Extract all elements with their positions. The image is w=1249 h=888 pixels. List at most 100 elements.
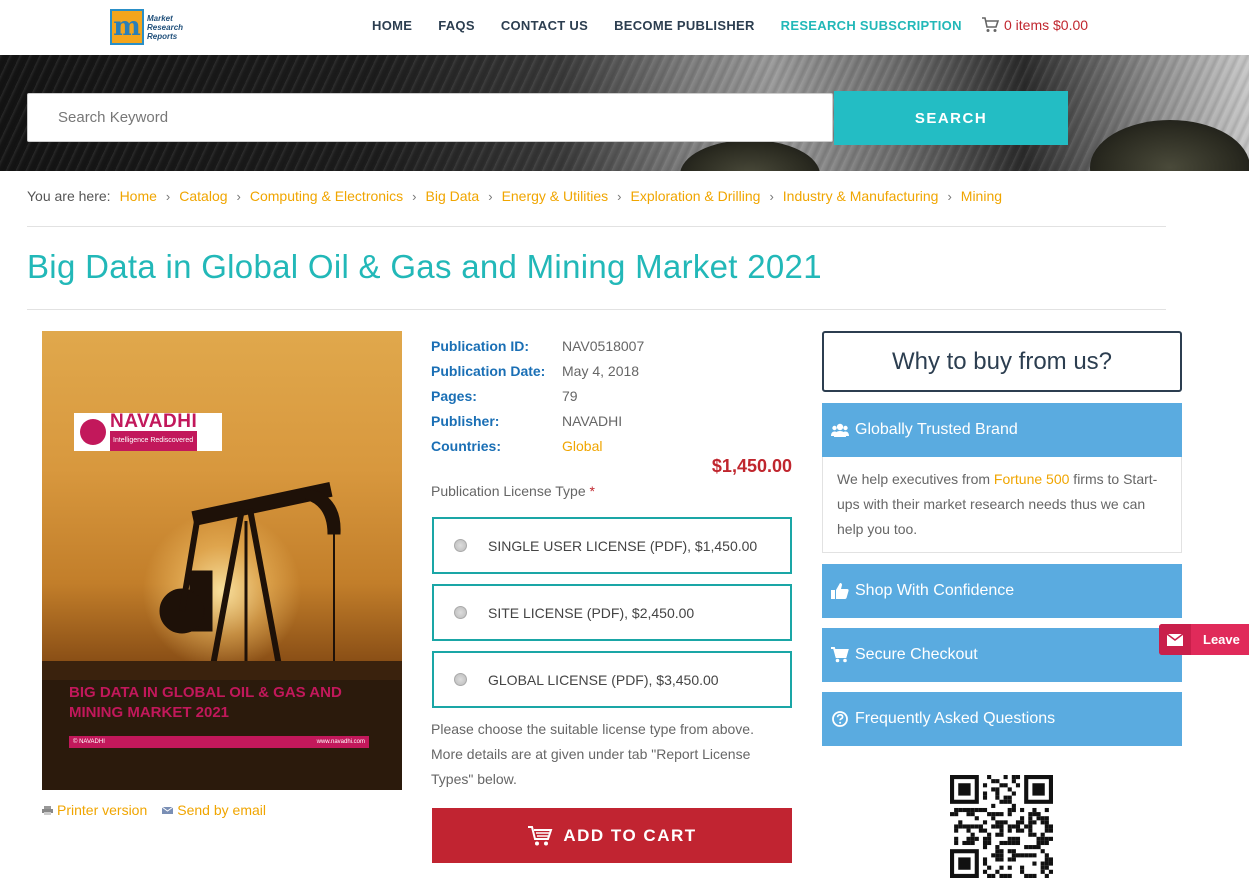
nav-contact-us[interactable]: CONTACT US: [501, 18, 588, 33]
chevron-right-icon: ›: [617, 188, 622, 204]
license-option-label: GLOBAL LICENSE (PDF), $3,450.00: [488, 671, 719, 688]
radio-button[interactable]: [454, 539, 467, 552]
main-nav: HOME FAQS CONTACT US BECOME PUBLISHER RE…: [372, 18, 988, 33]
printer-version-label: Printer version: [57, 802, 148, 818]
meta-label: Countries:: [431, 437, 501, 454]
breadcrumb-catalog[interactable]: Catalog: [179, 188, 227, 204]
chevron-right-icon: ›: [947, 188, 952, 204]
meta-label: Publication Date:: [431, 362, 546, 379]
breadcrumb-mining[interactable]: Mining: [961, 188, 1002, 204]
required-mark: *: [589, 483, 595, 499]
send-by-email-label: Send by email: [177, 802, 266, 818]
site-logo[interactable]: m Market Research Reports: [110, 8, 190, 46]
chevron-right-icon: ›: [769, 188, 774, 204]
chevron-right-icon: ›: [236, 188, 241, 204]
publication-meta: Publication ID: NAV0518007 Publication D…: [431, 333, 644, 458]
accordion-secure-checkout[interactable]: Secure Checkout: [822, 628, 1182, 682]
add-to-cart-button[interactable]: ADD TO CART: [432, 808, 792, 863]
license-label-text: Publication License Type: [431, 483, 586, 499]
nav-faqs[interactable]: FAQS: [438, 18, 475, 33]
leave-label: Leave: [1203, 632, 1240, 647]
cover-title-line1: BIG DATA IN GLOBAL OIL & GAS AND: [69, 684, 342, 701]
meta-row-date: Publication Date: May 4, 2018: [431, 358, 644, 383]
license-option-global[interactable]: GLOBAL LICENSE (PDF), $3,450.00: [432, 651, 792, 708]
breadcrumb-industry-manufacturing[interactable]: Industry & Manufacturing: [783, 188, 939, 204]
radio-button[interactable]: [454, 673, 467, 686]
envelope-icon: [1159, 624, 1191, 655]
license-option-single-user[interactable]: SINGLE USER LICENSE (PDF), $1,450.00: [432, 517, 792, 574]
divider: [27, 309, 1166, 310]
breadcrumb-exploration-drilling[interactable]: Exploration & Drilling: [631, 188, 761, 204]
search-button[interactable]: SEARCH: [834, 91, 1068, 145]
license-option-label: SITE LICENSE (PDF), $2,450.00: [488, 604, 695, 621]
chevron-right-icon: ›: [412, 188, 417, 204]
cart-icon: [528, 825, 553, 845]
accordion-label: Frequently Asked Questions: [855, 710, 1056, 727]
accordion-label: Secure Checkout: [855, 646, 978, 663]
meta-label: Publisher:: [431, 412, 500, 429]
meta-label: Publication ID:: [431, 337, 529, 354]
pumpjack-silhouette: [141, 482, 343, 679]
question-circle-icon: [832, 711, 848, 727]
accordion-globally-trusted-brand[interactable]: Globally Trusted Brand: [822, 403, 1182, 457]
email-icon: [162, 806, 174, 814]
report-cover-image: NAVADHI Intelligence Rediscovered BIG DA…: [42, 331, 402, 790]
publisher-name: NAVADHI: [562, 412, 623, 429]
radio-button[interactable]: [454, 606, 467, 619]
cover-strip-left: © NAVADHI: [73, 739, 105, 745]
why-buy-heading: Why to buy from us?: [822, 331, 1182, 392]
search-input[interactable]: [27, 93, 833, 142]
publication-date: May 4, 2018: [562, 362, 640, 379]
page-title: Big Data in Global Oil & Gas and Mining …: [27, 248, 822, 285]
thumbs-up-icon: [831, 583, 849, 599]
breadcrumb-home[interactable]: Home: [120, 188, 157, 204]
header-cart[interactable]: 0 items $0.00: [981, 17, 1088, 33]
meta-row-publisher: Publisher: NAVADHI: [431, 408, 644, 433]
report-price: $1,450.00: [711, 456, 792, 476]
breadcrumb-computing-electronics[interactable]: Computing & Electronics: [250, 188, 403, 204]
accordion-label: Globally Trusted Brand: [855, 421, 1018, 438]
cart-icon: [982, 17, 999, 32]
nav-become-publisher[interactable]: BECOME PUBLISHER: [614, 18, 755, 33]
leave-message-tab[interactable]: Leave: [1159, 624, 1249, 655]
page-count: 79: [562, 387, 578, 404]
chevron-right-icon: ›: [165, 188, 171, 204]
license-option-site[interactable]: SITE LICENSE (PDF), $2,450.00: [432, 584, 792, 641]
site-header: m Market Research Reports HOME FAQS CONTAC…: [0, 0, 1249, 55]
meta-row-countries: Countries: Global: [431, 433, 644, 458]
meta-label: Pages:: [431, 387, 477, 404]
add-to-cart-label: ADD TO CART: [563, 825, 697, 845]
logo-mark: m: [110, 9, 144, 45]
meta-row-id: Publication ID: NAV0518007: [431, 333, 644, 358]
body-text: We help executives from: [837, 471, 994, 487]
fortune-500-link[interactable]: Fortune 500: [994, 471, 1070, 487]
printer-version-link[interactable]: Printer version: [42, 802, 147, 818]
cover-title: BIG DATA IN GLOBAL OIL & GAS AND MINING …: [69, 683, 389, 723]
countries-link[interactable]: Global: [562, 438, 602, 454]
cart-icon: [831, 647, 849, 663]
nav-home[interactable]: HOME: [372, 18, 412, 33]
breadcrumb-energy-utilities[interactable]: Energy & Utilities: [502, 188, 609, 204]
navadhi-logo: NAVADHI Intelligence Rediscovered: [74, 411, 222, 451]
publication-id: NAV0518007: [562, 337, 645, 354]
cover-title-line2: MINING MARKET 2021: [69, 704, 230, 721]
breadcrumb-lead: You are here:: [27, 188, 111, 204]
navadhi-wordmark: NAVADHI Intelligence Rediscovered: [110, 411, 198, 451]
navadhi-name: NAVADHI: [110, 411, 198, 432]
cart-summary: 0 items $0.00: [1004, 17, 1089, 33]
breadcrumb-big-data[interactable]: Big Data: [426, 188, 480, 204]
divider: [27, 226, 1166, 227]
accordion-faq[interactable]: Frequently Asked Questions: [822, 692, 1182, 746]
accordion-shop-with-confidence[interactable]: Shop With Confidence: [822, 564, 1182, 618]
chevron-right-icon: ›: [488, 188, 493, 204]
accordion-label: Shop With Confidence: [855, 582, 1015, 599]
cover-ground: [42, 661, 402, 681]
cover-links: Printer version Send by email: [42, 802, 266, 818]
license-type-label: Publication License Type *: [431, 483, 595, 499]
breadcrumb: You are here: Home › Catalog › Computing…: [27, 188, 1002, 204]
logo-text: Market Research Reports: [147, 13, 184, 41]
accordion-body: We help executives from Fortune 500 firm…: [822, 457, 1182, 553]
nav-research-subscription[interactable]: RESEARCH SUBSCRIPTION: [781, 18, 962, 33]
license-option-label: SINGLE USER LICENSE (PDF), $1,450.00: [488, 537, 758, 554]
send-by-email-link[interactable]: Send by email: [162, 802, 266, 818]
